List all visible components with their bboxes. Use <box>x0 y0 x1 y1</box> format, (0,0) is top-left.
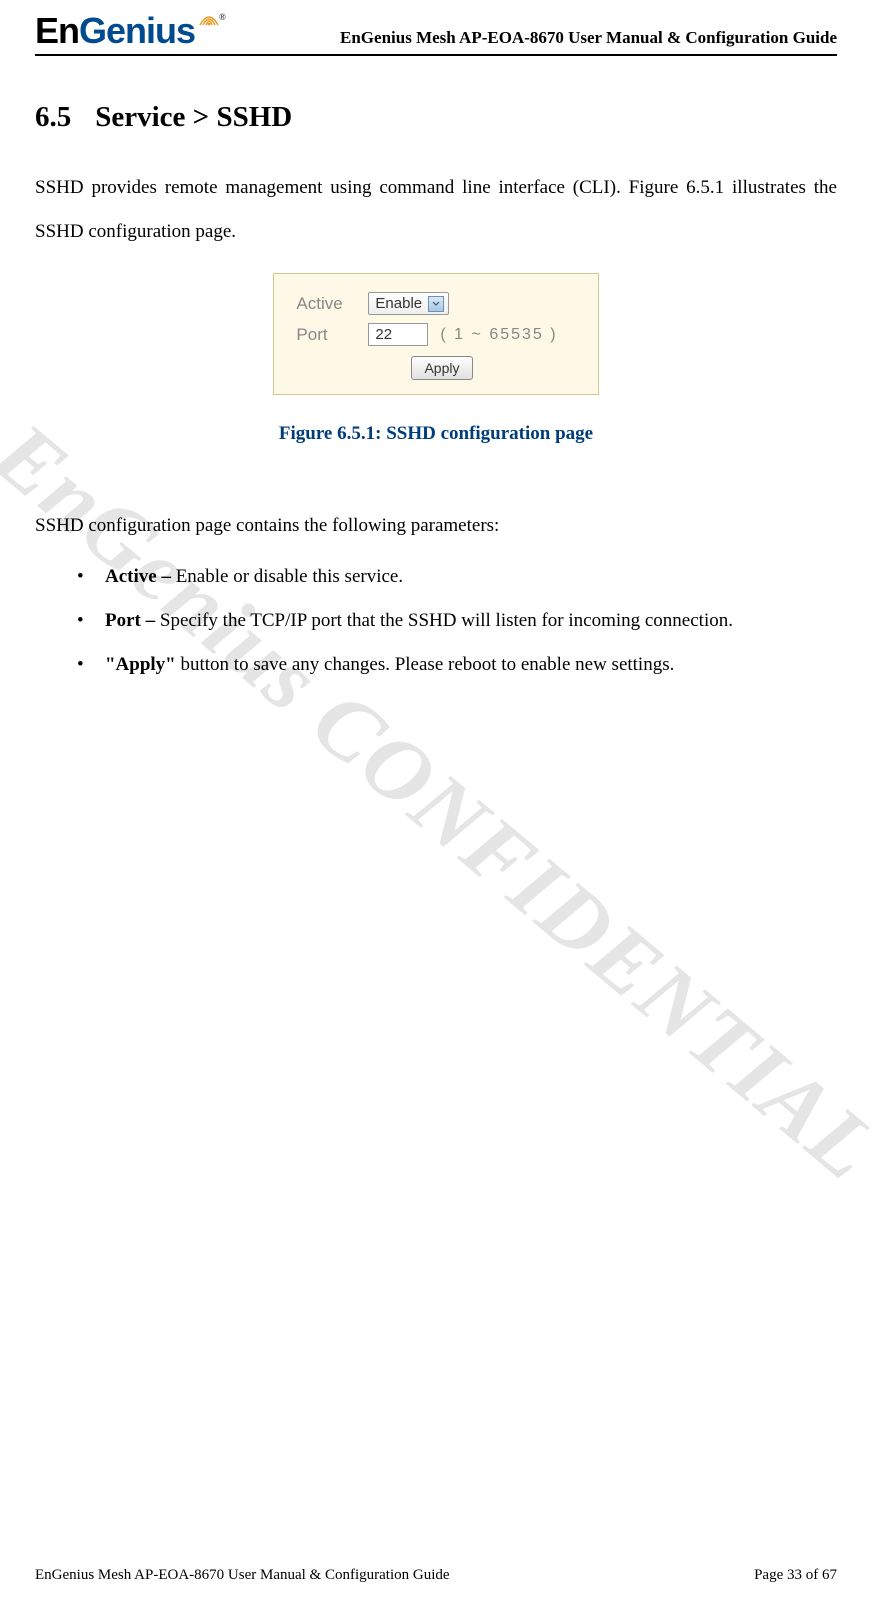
figure-caption: Figure 6.5.1: SSHD configuration page <box>35 423 837 445</box>
param-desc: button to save any changes. Please reboo… <box>180 654 674 675</box>
param-desc: Enable or disable this service. <box>176 566 403 587</box>
logo-text: EnGenius <box>35 10 195 52</box>
page-header: EnGenius ® EnGenius Mesh AP-EOA-8670 Use… <box>35 10 837 56</box>
port-input[interactable] <box>368 323 428 346</box>
logo-text-genius: Genius <box>79 10 195 51</box>
active-row: Active Enable <box>296 292 557 315</box>
apply-button[interactable]: Apply <box>411 356 472 380</box>
params-intro: SSHD configuration page contains the fol… <box>35 505 837 547</box>
section-heading: 6.5 Service > SSHD <box>35 101 837 134</box>
chevron-down-icon <box>428 296 444 312</box>
active-label: Active <box>296 294 356 314</box>
port-row: Port ( 1 ~ 65535 ) <box>296 323 557 346</box>
intro-paragraph: SSHD provides remote management using co… <box>35 166 837 253</box>
list-item: Active – Enable or disable this service. <box>77 555 837 599</box>
port-label: Port <box>296 325 356 345</box>
logo-wave-icon <box>195 11 221 51</box>
footer-left: EnGenius Mesh AP-EOA-8670 User Manual & … <box>35 1567 450 1584</box>
logo-registered-icon: ® <box>219 12 226 22</box>
logo-text-en: En <box>35 10 79 51</box>
param-desc: Specify the TCP/IP port that the SSHD wi… <box>160 610 733 631</box>
figure-container: Active Enable Port ( 1 ~ 65535 ) Apply F… <box>35 273 837 445</box>
param-term: Active – <box>105 566 176 587</box>
list-item: "Apply" button to save any changes. Plea… <box>77 643 837 687</box>
list-item: Port – Specify the TCP/IP port that the … <box>77 599 837 643</box>
page-footer: EnGenius Mesh AP-EOA-8670 User Manual & … <box>35 1567 837 1584</box>
port-range-text: ( 1 ~ 65535 ) <box>440 326 557 344</box>
param-term: Port – <box>105 610 160 631</box>
active-select-value: Enable <box>375 295 422 312</box>
param-term: "Apply" <box>105 654 180 675</box>
footer-right: Page 33 of 67 <box>754 1567 837 1584</box>
section-number: 6.5 <box>35 101 71 133</box>
active-select[interactable]: Enable <box>368 292 449 315</box>
header-doc-title: EnGenius Mesh AP-EOA-8670 User Manual & … <box>340 28 837 52</box>
config-panel: Active Enable Port ( 1 ~ 65535 ) Apply <box>273 273 598 395</box>
logo: EnGenius ® <box>35 10 230 52</box>
param-list: Active – Enable or disable this service.… <box>35 555 837 686</box>
section-title: Service > SSHD <box>95 101 292 133</box>
